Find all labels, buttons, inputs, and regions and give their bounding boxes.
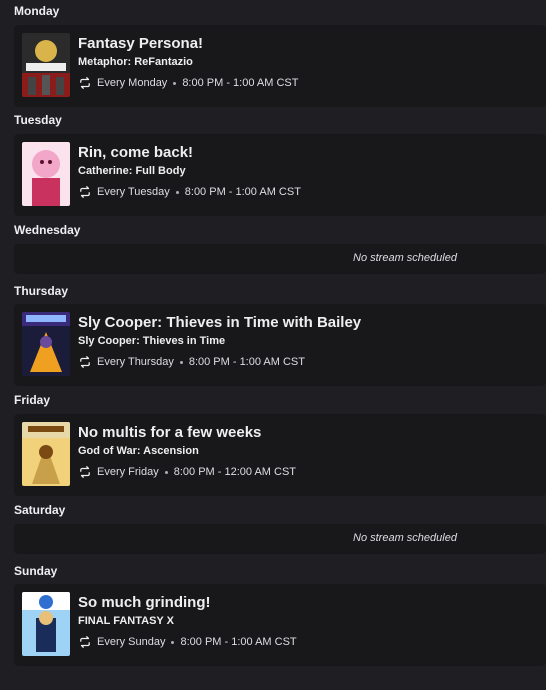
day-label-wednesday: Wednesday (14, 223, 81, 237)
game-cover-image[interactable] (22, 422, 70, 486)
separator-dot (175, 190, 179, 194)
repeat-icon (80, 466, 90, 478)
recurrence-text: Every Tuesday (97, 186, 170, 198)
schedule-card-monday[interactable]: Fantasy Persona! Metaphor: ReFantazio Ev… (14, 25, 546, 107)
separator-dot (173, 81, 177, 85)
cover-art-catherine (22, 142, 70, 206)
repeat-icon (80, 356, 90, 368)
cover-art-final-fantasy-x (22, 592, 70, 656)
game-cover-image[interactable] (22, 33, 70, 97)
game-name[interactable]: God of War: Ascension (78, 445, 199, 457)
cover-art-god-of-war (22, 422, 70, 486)
game-name[interactable]: Metaphor: ReFantazio (78, 56, 193, 68)
day-label-saturday: Saturday (14, 503, 66, 517)
no-stream-text: No stream scheduled (353, 252, 457, 264)
stream-title[interactable]: Rin, come back! (78, 144, 193, 161)
time-range: 8:00 PM - 1:00 AM CST (188, 356, 305, 368)
cover-art-metaphor (22, 33, 70, 97)
recurrence-text: Every Friday (97, 466, 159, 478)
schedule-card-sunday[interactable]: So much grinding! FINAL FANTASY X Every … (14, 584, 546, 666)
time-range: 8:00 PM - 1:00 AM CST (184, 186, 301, 198)
stream-meta: Every Friday 8:00 PM - 12:00 AM CST (78, 465, 296, 479)
no-stream-text: No stream scheduled (353, 532, 457, 544)
day-label-thursday: Thursday (14, 284, 69, 298)
game-cover-image[interactable] (22, 592, 70, 656)
separator-dot (164, 470, 168, 474)
game-name[interactable]: Catherine: Full Body (78, 165, 186, 177)
repeat-icon (80, 77, 90, 89)
separator-dot (179, 360, 183, 364)
separator-dot (171, 640, 175, 644)
repeat-icon (80, 636, 90, 648)
day-label-sunday: Sunday (14, 564, 58, 578)
stream-meta: Every Monday 8:00 PM - 1:00 AM CST (78, 76, 298, 90)
schedule-card-thursday[interactable]: Sly Cooper: Thieves in Time with Bailey … (14, 304, 546, 386)
stream-schedule: Monday Fantasy Persona! Metaphor: ReFant… (0, 0, 546, 690)
day-label-friday: Friday (14, 393, 51, 407)
day-label-tuesday: Tuesday (14, 113, 62, 127)
recurrence-text: Every Thursday (97, 356, 174, 368)
game-cover-image[interactable] (22, 142, 70, 206)
stream-meta: Every Thursday 8:00 PM - 1:00 AM CST (78, 355, 305, 369)
repeat-icon (80, 186, 90, 198)
day-label-monday: Monday (14, 4, 60, 18)
time-range: 8:00 PM - 1:00 AM CST (182, 77, 299, 89)
empty-day-saturday: No stream scheduled (14, 524, 546, 554)
recurrence-text: Every Sunday (97, 636, 166, 648)
game-name[interactable]: FINAL FANTASY X (78, 615, 174, 627)
stream-title[interactable]: Sly Cooper: Thieves in Time with Bailey (78, 314, 361, 331)
stream-title[interactable]: No multis for a few weeks (78, 424, 261, 441)
time-range: 8:00 PM - 12:00 AM CST (173, 466, 297, 478)
schedule-card-tuesday[interactable]: Rin, come back! Catherine: Full Body Eve… (14, 134, 546, 216)
game-name[interactable]: Sly Cooper: Thieves in Time (78, 335, 225, 347)
stream-meta: Every Sunday 8:00 PM - 1:00 AM CST (78, 635, 297, 649)
cover-art-sly-cooper (22, 312, 70, 376)
time-range: 8:00 PM - 1:00 AM CST (180, 636, 297, 648)
recurrence-text: Every Monday (97, 77, 168, 89)
schedule-card-friday[interactable]: No multis for a few weeks God of War: As… (14, 414, 546, 496)
game-cover-image[interactable] (22, 312, 70, 376)
stream-title[interactable]: Fantasy Persona! (78, 35, 203, 52)
stream-title[interactable]: So much grinding! (78, 594, 211, 611)
stream-meta: Every Tuesday 8:00 PM - 1:00 AM CST (78, 185, 301, 199)
empty-day-wednesday: No stream scheduled (14, 244, 546, 274)
